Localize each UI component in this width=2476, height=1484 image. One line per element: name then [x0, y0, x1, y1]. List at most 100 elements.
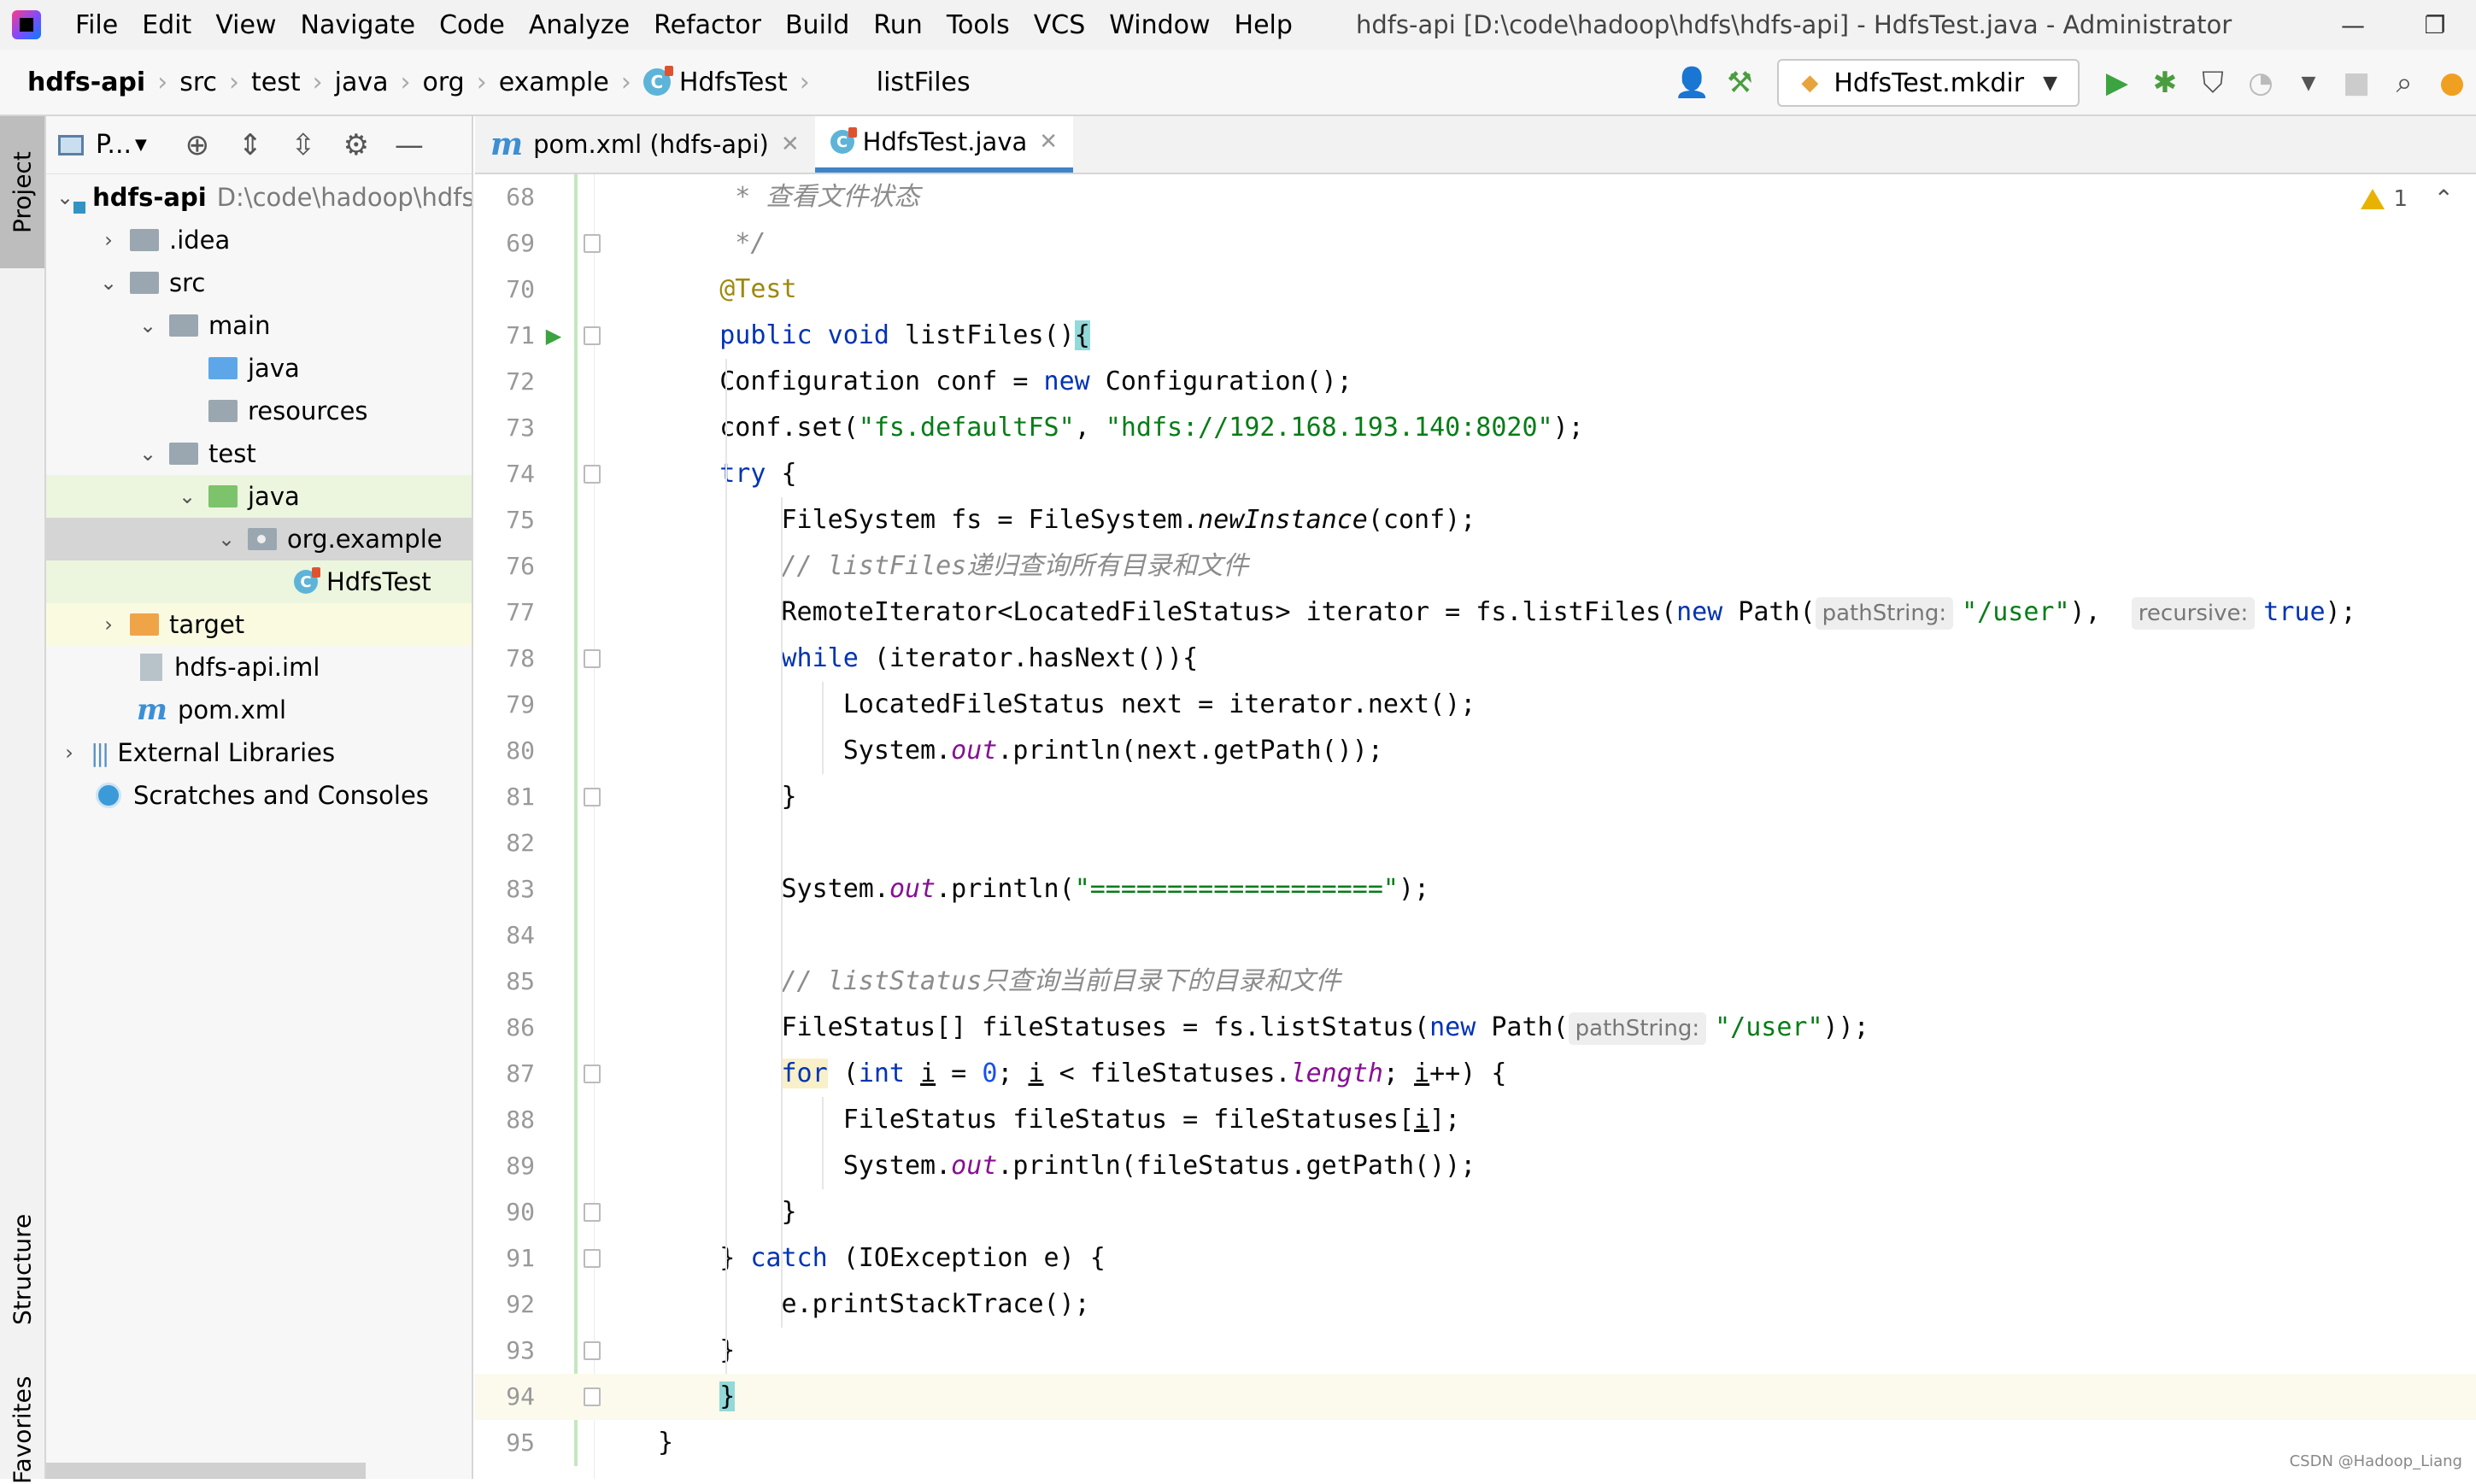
- menu-analyze[interactable]: Analyze: [529, 10, 630, 40]
- code-line[interactable]: while (iterator.hasNext()){: [475, 636, 2476, 682]
- code-line[interactable]: System.out.println(next.getPath());: [475, 728, 2476, 774]
- code-line[interactable]: */: [475, 220, 2476, 267]
- locate-file-icon[interactable]: ⊕: [171, 128, 224, 162]
- code-line[interactable]: // listStatus只查询当前目录下的目录和文件: [475, 959, 2476, 1005]
- expand-all-icon[interactable]: ⇕: [224, 128, 277, 162]
- tree-item-hdfstest[interactable]: CHdfsTest: [46, 560, 473, 603]
- menu-view[interactable]: View: [215, 10, 276, 40]
- tool-tab-structure[interactable]: Structure: [0, 1201, 44, 1338]
- restore-icon[interactable]: ❐: [2394, 11, 2476, 39]
- tree-item-src[interactable]: ⌄src: [46, 261, 473, 304]
- tree-item-pom[interactable]: mpom.xml: [46, 689, 473, 731]
- coverage-icon[interactable]: ⛉: [2189, 59, 2237, 107]
- chevron-down-icon[interactable]: ⌄: [96, 271, 121, 295]
- code-line[interactable]: conf.set("fs.defaultFS", "hdfs://192.168…: [475, 405, 2476, 451]
- code-line[interactable]: FileSystem fs = FileSystem.newInstance(c…: [475, 497, 2476, 543]
- code-line[interactable]: // listFiles递归查询所有目录和文件: [475, 543, 2476, 589]
- breadcrumb-hdfstest[interactable]: CHdfsTest: [643, 67, 788, 97]
- tree-item-test-java[interactable]: ⌄java: [46, 475, 473, 518]
- settings-gear-icon[interactable]: ⚙: [330, 128, 383, 162]
- menu-navigate[interactable]: Navigate: [301, 10, 416, 40]
- code-line[interactable]: RemoteIterator<LocatedFileStatus> iterat…: [475, 589, 2476, 636]
- breadcrumb-src[interactable]: src: [179, 67, 217, 97]
- code-line[interactable]: e.printStackTrace();: [475, 1282, 2476, 1328]
- run-icon[interactable]: ▶: [2093, 59, 2141, 107]
- chevron-down-icon[interactable]: ⌄: [214, 527, 239, 551]
- breadcrumb-method[interactable]: listFiles: [877, 67, 971, 97]
- tool-tab-favorites[interactable]: Favorites: [0, 1381, 44, 1479]
- tab-pom-xml[interactable]: mpom.xml (hdfs-api)✕: [475, 116, 815, 173]
- fold-icon[interactable]: [583, 636, 601, 682]
- menu-vcs[interactable]: VCS: [1034, 10, 1086, 40]
- menu-refactor[interactable]: Refactor: [654, 10, 761, 40]
- code-line[interactable]: System.out.println("==================="…: [475, 866, 2476, 912]
- breadcrumb-example[interactable]: example: [499, 67, 609, 97]
- menu-help[interactable]: Help: [1235, 10, 1293, 40]
- fold-icon[interactable]: [583, 1328, 601, 1374]
- profile-icon[interactable]: ◔: [2237, 59, 2285, 107]
- fold-icon[interactable]: [583, 313, 601, 359]
- menu-code[interactable]: Code: [439, 10, 505, 40]
- stop-icon[interactable]: ■: [2332, 59, 2380, 107]
- run-configuration-select[interactable]: ◆ HdfsTest.mkdir ▼: [1777, 59, 2080, 107]
- tree-item-main[interactable]: ⌄main: [46, 304, 473, 347]
- tree-item-idea[interactable]: ›.idea: [46, 219, 473, 261]
- chevron-down-icon[interactable]: ⌄: [135, 314, 161, 337]
- menu-window[interactable]: Window: [1109, 10, 1210, 40]
- update-icon[interactable]: ●: [2428, 59, 2476, 107]
- chevron-right-icon[interactable]: ›: [96, 228, 121, 252]
- code-line[interactable]: }: [475, 774, 2476, 820]
- fold-icon[interactable]: [583, 1374, 601, 1420]
- code-line[interactable]: }: [475, 1189, 2476, 1235]
- menu-file[interactable]: File: [75, 10, 118, 40]
- breadcrumb-hdfs-api[interactable]: hdfs-api: [27, 67, 145, 97]
- tree-item-iml[interactable]: hdfs-api.iml: [46, 646, 473, 689]
- code-line[interactable]: FileStatus[] fileStatuses = fs.listStatu…: [475, 1005, 2476, 1051]
- fold-icon[interactable]: [583, 1235, 601, 1282]
- chevron-right-icon[interactable]: ›: [96, 613, 121, 636]
- breadcrumb-org[interactable]: org: [423, 67, 465, 97]
- breadcrumb-java[interactable]: java: [335, 67, 389, 97]
- close-icon[interactable]: ✕: [781, 132, 800, 157]
- horizontal-scrollbar[interactable]: [46, 1463, 366, 1479]
- tree-item-target[interactable]: ›target: [46, 603, 473, 646]
- chevron-down-icon[interactable]: ⌄: [174, 484, 200, 508]
- project-view-select[interactable]: P...▼: [58, 130, 147, 160]
- code-line[interactable]: FileStatus fileStatus = fileStatuses[i];: [475, 1097, 2476, 1143]
- breadcrumb-test[interactable]: test: [251, 67, 301, 97]
- menu-tools[interactable]: Tools: [947, 10, 1010, 40]
- tree-item-main-java[interactable]: java: [46, 347, 473, 390]
- close-icon[interactable]: ✕: [1039, 129, 1058, 155]
- menu-edit[interactable]: Edit: [142, 10, 191, 40]
- code-line[interactable]: }: [475, 1374, 2476, 1420]
- tool-tab-project[interactable]: Project: [0, 116, 44, 268]
- tree-item-external-libraries[interactable]: ›|||External Libraries: [46, 731, 473, 774]
- code-line[interactable]: Configuration conf = new Configuration()…: [475, 359, 2476, 405]
- code-line[interactable]: }: [475, 1420, 2476, 1466]
- hide-panel-icon[interactable]: —: [383, 128, 436, 162]
- code-line[interactable]: LocatedFileStatus next = iterator.next()…: [475, 682, 2476, 728]
- tab-hdfstest-java[interactable]: CHdfsTest.java✕: [815, 116, 1073, 173]
- fold-icon[interactable]: [583, 1189, 601, 1235]
- code-line[interactable]: public void listFiles(){: [475, 313, 2476, 359]
- search-icon[interactable]: ⌕: [2380, 59, 2428, 107]
- tree-item-scratches[interactable]: Scratches and Consoles: [46, 774, 473, 817]
- code-line[interactable]: for (int i = 0; i < fileStatuses.length;…: [475, 1051, 2476, 1097]
- build-hammer-icon[interactable]: ⚒: [1716, 59, 1763, 107]
- minimize-icon[interactable]: —: [2312, 11, 2394, 39]
- code-line[interactable]: }: [475, 1328, 2476, 1374]
- debug-bug-icon[interactable]: ✱: [2141, 59, 2189, 107]
- tree-item-resources[interactable]: resources: [46, 390, 473, 432]
- run-test-icon[interactable]: ▶: [537, 313, 571, 359]
- code-line[interactable]: * 查看文件状态: [475, 174, 2476, 220]
- fold-icon[interactable]: [583, 1051, 601, 1097]
- code-line[interactable]: [475, 912, 2476, 959]
- fold-icon[interactable]: [583, 451, 601, 497]
- code-line[interactable]: System.out.println(fileStatus.getPath())…: [475, 1143, 2476, 1189]
- fold-icon[interactable]: [583, 220, 601, 267]
- tree-item-hdfs-api[interactable]: ⌄hdfs-apiD:\code\hadoop\hdfs\hdfs-api: [46, 176, 473, 219]
- code-line[interactable]: try {: [475, 451, 2476, 497]
- chevron-right-icon[interactable]: ›: [56, 741, 82, 765]
- chevron-down-icon[interactable]: ⌄: [56, 185, 73, 209]
- tree-item-test[interactable]: ⌄test: [46, 432, 473, 475]
